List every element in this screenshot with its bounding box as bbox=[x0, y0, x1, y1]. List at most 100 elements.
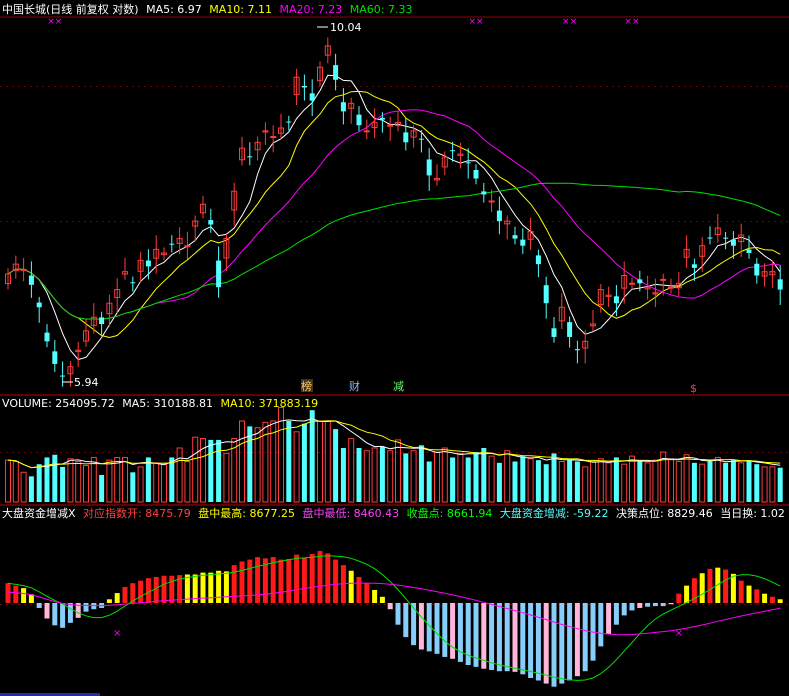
gridline-dash bbox=[750, 452, 752, 453]
gridline-dash bbox=[168, 452, 170, 453]
gridline-dash bbox=[558, 221, 560, 222]
gridline-dash bbox=[492, 221, 494, 222]
candle-body bbox=[145, 260, 151, 267]
gridline-dash bbox=[642, 86, 644, 87]
gridline-dash bbox=[732, 221, 734, 222]
gridline-dash bbox=[774, 221, 776, 222]
gridline-dash bbox=[786, 221, 788, 222]
gridline-dash bbox=[378, 604, 380, 605]
gridline-dash bbox=[768, 452, 770, 453]
gridline-dash bbox=[198, 604, 200, 605]
signal-mark: ×× bbox=[47, 17, 62, 27]
volume-bar bbox=[340, 448, 346, 502]
gridline-dash bbox=[714, 86, 716, 87]
tag-rank[interactable]: 榜 bbox=[301, 379, 312, 393]
gridline-dash bbox=[516, 452, 518, 453]
gridline-dash bbox=[186, 604, 188, 605]
gridline-dash bbox=[558, 452, 560, 453]
gridline-dash bbox=[42, 86, 44, 87]
gridline-dash bbox=[204, 86, 206, 87]
gridline-dash bbox=[222, 86, 224, 87]
fund-flow-bar bbox=[223, 571, 229, 603]
gridline-dash bbox=[150, 452, 152, 453]
gridline-dash bbox=[342, 86, 344, 87]
gridline-dash bbox=[258, 604, 260, 605]
gridline-dash bbox=[408, 452, 410, 453]
fund-flow-bar bbox=[707, 568, 713, 603]
gridline-dash bbox=[24, 604, 26, 605]
gridline-dash bbox=[480, 221, 482, 222]
gridline-dash bbox=[30, 86, 32, 87]
gridline-dash bbox=[570, 221, 572, 222]
gridline-dash bbox=[300, 86, 302, 87]
gridline-dash bbox=[132, 221, 134, 222]
gridline-dash bbox=[360, 604, 362, 605]
gridline-dash bbox=[774, 452, 776, 453]
gridline-dash bbox=[240, 452, 242, 453]
candle-body bbox=[520, 239, 526, 246]
volume-bar bbox=[496, 462, 502, 502]
gridline-dash bbox=[72, 452, 74, 453]
gridline-dash bbox=[342, 221, 344, 222]
gridline-dash bbox=[54, 452, 56, 453]
gridline-dash bbox=[384, 604, 386, 605]
fund-flow-bar bbox=[278, 559, 284, 603]
gridline-dash bbox=[534, 604, 536, 605]
gridline-dash bbox=[744, 221, 746, 222]
gridline-dash bbox=[42, 452, 44, 453]
gridline-dash bbox=[354, 221, 356, 222]
gridline-dash bbox=[678, 452, 680, 453]
gridline-dash bbox=[246, 221, 248, 222]
tag-reduce[interactable]: 减 bbox=[393, 380, 404, 393]
gridline-dash bbox=[186, 221, 188, 222]
gridline-dash bbox=[222, 452, 224, 453]
volume-bar bbox=[145, 457, 151, 502]
gridline-dash bbox=[54, 86, 56, 87]
gridline-dash bbox=[462, 221, 464, 222]
gridline-dash bbox=[546, 86, 548, 87]
volume-bar bbox=[286, 421, 292, 502]
fund-flow-bar bbox=[418, 603, 424, 650]
gridline-dash bbox=[438, 86, 440, 87]
gridline-dash bbox=[786, 86, 788, 87]
gridline-dash bbox=[114, 452, 116, 453]
tag-financial[interactable]: 财 bbox=[349, 379, 360, 393]
gridline-dash bbox=[768, 604, 770, 605]
gridline-dash bbox=[198, 86, 200, 87]
gridline-dash bbox=[402, 221, 404, 222]
gridline-dash bbox=[120, 86, 122, 87]
gridline-dash bbox=[228, 221, 230, 222]
fund-flow-bar bbox=[551, 603, 557, 687]
gridline-dash bbox=[222, 221, 224, 222]
gridline-dash bbox=[780, 221, 782, 222]
index-low: 盘中最低: 8460.43 bbox=[302, 507, 400, 520]
signal-mark: × bbox=[675, 628, 683, 639]
gridline-dash bbox=[678, 604, 680, 605]
fund-flow-bar bbox=[52, 603, 58, 626]
fund-flow-bar bbox=[325, 553, 331, 603]
gridline-dash bbox=[702, 221, 704, 222]
candle-body bbox=[36, 302, 42, 308]
candle-body bbox=[668, 286, 674, 289]
gridline-dash bbox=[390, 452, 392, 453]
gridline-dash bbox=[780, 604, 782, 605]
ma20-value: MA20: 7.23 bbox=[279, 3, 343, 16]
gridline-dash bbox=[468, 221, 470, 222]
gridline-dash bbox=[450, 221, 452, 222]
gridline-dash bbox=[486, 221, 488, 222]
gridline-dash bbox=[108, 86, 110, 87]
fund-flow-bar bbox=[481, 603, 487, 669]
gridline-dash bbox=[702, 452, 704, 453]
tag-dollar[interactable]: $ bbox=[690, 382, 697, 395]
fund-flow-bar bbox=[434, 603, 440, 654]
gridline-dash bbox=[276, 604, 278, 605]
gridline-dash bbox=[456, 86, 458, 87]
gridline-dash bbox=[636, 452, 638, 453]
gridline-dash bbox=[540, 86, 542, 87]
fund-flow-bar bbox=[660, 603, 666, 607]
gridline-dash bbox=[510, 86, 512, 87]
gridline-dash bbox=[450, 86, 452, 87]
fund-flow-bar bbox=[379, 596, 385, 603]
fund-flow-bar bbox=[676, 593, 682, 603]
gridline-dash bbox=[6, 604, 8, 605]
